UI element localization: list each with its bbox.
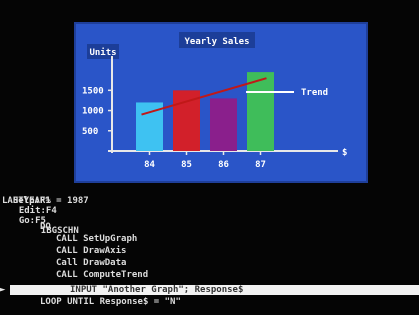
selected-code-line[interactable]: INPUT "Another Graph"; Response$: [10, 285, 419, 295]
code-line-call-4[interactable]: CALL ComputeTrend: [56, 270, 148, 280]
yearly-sales-chart: Yearly SalesUnits$5001000150084 85 86 87Tre…: [82, 32, 347, 170]
x-tick-label: 85: [181, 160, 192, 170]
bar-86: [210, 98, 237, 151]
bar-87: [247, 72, 274, 151]
x-tick-label: 86: [218, 160, 229, 170]
y-tick-label: 1500: [82, 86, 104, 96]
edit-key-hint[interactable]: Edit:F4: [19, 206, 57, 216]
x-tick-label: 87: [255, 160, 266, 170]
code-line-call-1[interactable]: CALL SetUpGraph: [56, 234, 137, 244]
cursor-arrow-icon: ►: [0, 285, 6, 295]
code-line-call-2[interactable]: CALL DrawAxis: [56, 246, 126, 256]
graph-window: Yearly Sales Units $500 1000 1500 84 85 86 87 Tre…: [74, 22, 368, 183]
code-line-do[interactable]: DO: [40, 222, 51, 232]
x-axis-end-label: $: [342, 148, 347, 158]
chart-title: Yearly Sales: [184, 37, 249, 47]
legend-label: Trend: [301, 88, 328, 98]
code-line-call-3[interactable]: Call DrawData: [56, 258, 126, 268]
code-line-input[interactable]: INPUT "Another Graph"; Response$: [70, 285, 243, 295]
y-tick-label: 1000: [82, 107, 104, 117]
x-tick-label: 84: [144, 160, 155, 170]
code-line-assign[interactable]: LASTYEAR% = 1987: [2, 196, 89, 206]
code-line-loop[interactable]: LOOP UNTIL Response$ = "N": [40, 297, 181, 307]
y-tick-label: 500: [82, 127, 98, 137]
